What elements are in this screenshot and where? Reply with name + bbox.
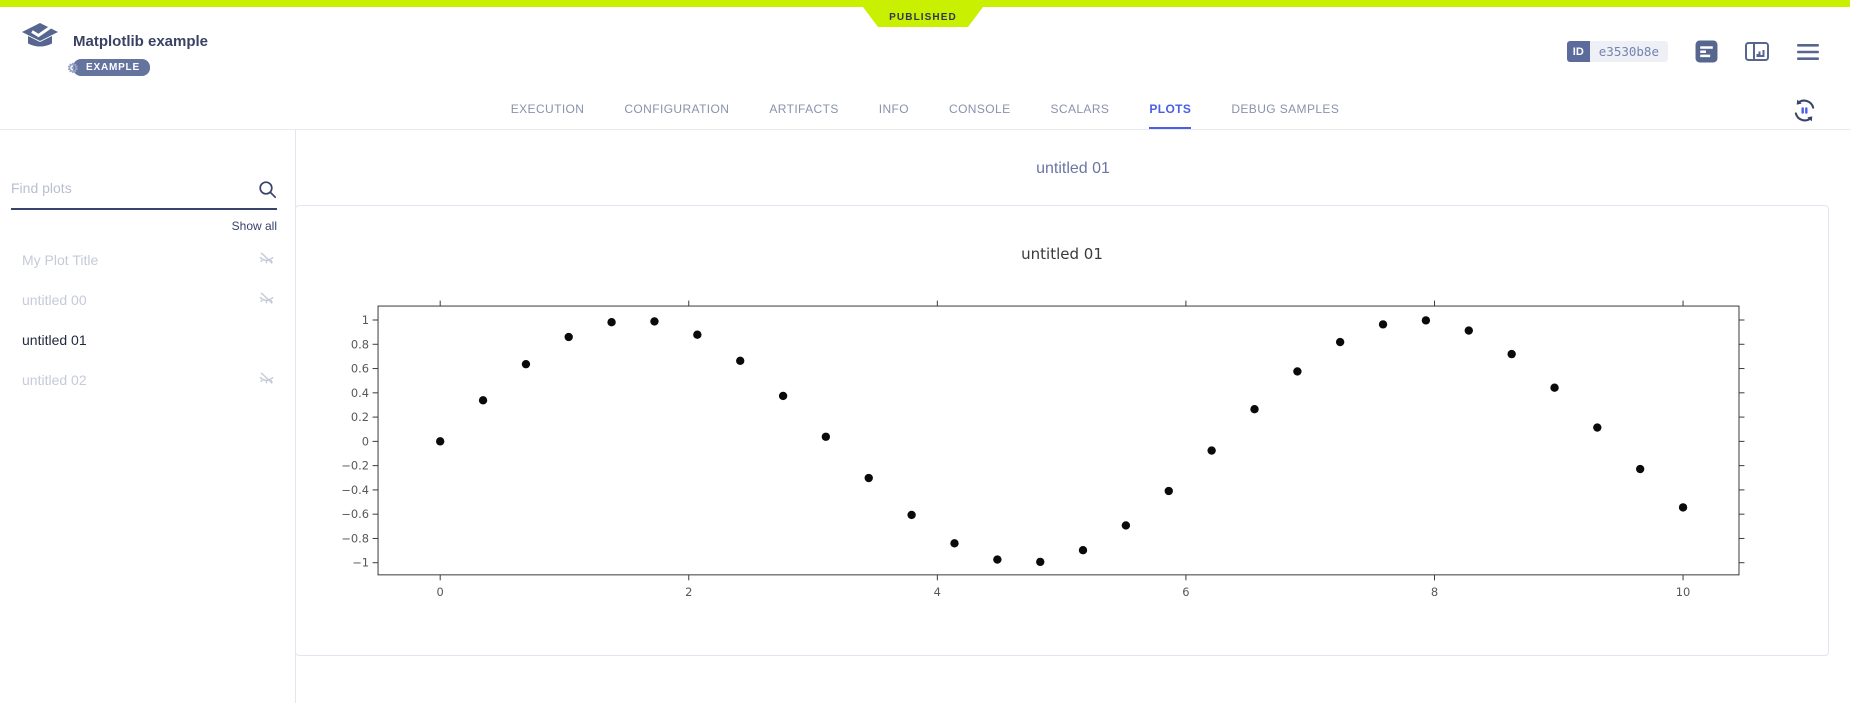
y-tick-label: −1 (352, 556, 369, 570)
plot-item-label: untitled 00 (22, 292, 87, 308)
plot-group-title: untitled 01 (296, 160, 1850, 178)
experiment-title: Matplotlib example (73, 33, 208, 50)
scatter-point (779, 392, 787, 400)
tab-scalars[interactable]: SCALARS (1050, 102, 1109, 129)
scatter-point (1679, 503, 1687, 511)
example-badge: ⚙ EXAMPLE (73, 59, 150, 76)
menu-icon[interactable] (1796, 42, 1820, 62)
scatter-point (607, 318, 615, 326)
x-tick-label: 6 (1182, 585, 1189, 599)
scatter-point (693, 331, 701, 339)
scatter-point (1507, 350, 1515, 358)
scatter-point (865, 474, 873, 482)
tab-configuration[interactable]: CONFIGURATION (624, 102, 729, 129)
scatter-point (1550, 384, 1558, 392)
y-tick-label: 0.4 (351, 386, 369, 400)
top-status-bar (0, 0, 1850, 7)
eye-off-icon[interactable] (258, 291, 275, 309)
published-ribbon-label: PUBLISHED (889, 12, 957, 23)
y-tick-label: 1 (362, 313, 369, 327)
scatter-point (1079, 546, 1087, 554)
x-tick-label: 0 (437, 585, 444, 599)
content: Show all My Plot Title untitled 00 (0, 130, 1850, 703)
brand: Matplotlib example ⚙ EXAMPLE (22, 22, 208, 76)
y-tick-label: −0.4 (341, 483, 369, 497)
scatter-point (1336, 338, 1344, 346)
tab-execution[interactable]: EXECUTION (511, 102, 585, 129)
example-badge-label: EXAMPLE (86, 62, 140, 73)
scatter-point (1422, 316, 1430, 324)
panel-chart-icon[interactable] (1745, 40, 1769, 63)
tab-console[interactable]: CONSOLE (949, 102, 1010, 129)
scatter-point (1122, 521, 1130, 529)
show-all-link[interactable]: Show all (0, 219, 277, 233)
plot-list-item[interactable]: My Plot Title (0, 240, 295, 280)
plots-sidebar: Show all My Plot Title untitled 00 (0, 130, 296, 703)
tab-plots[interactable]: PLOTS (1149, 102, 1191, 129)
scatter-point (1165, 487, 1173, 495)
scatter-point (1250, 405, 1258, 413)
id-tag: ID (1567, 41, 1590, 62)
x-tick-label: 4 (934, 585, 941, 599)
header-actions: ID e3530b8e (1567, 40, 1820, 63)
plot-list-item-selected[interactable]: untitled 01 (0, 320, 295, 360)
main-panel: untitled 01 untitled 01 0246810−1−0.8−0.… (296, 130, 1850, 703)
x-tick-label: 10 (1676, 585, 1691, 599)
scatter-point (1465, 326, 1473, 334)
published-ribbon: PUBLISHED (863, 7, 983, 27)
y-tick-label: 0.8 (351, 337, 369, 351)
scatter-point (736, 357, 744, 365)
scatter-point (1593, 423, 1601, 431)
y-tick-label: 0 (362, 434, 369, 448)
example-badge-gear-icon: ⚙ (67, 61, 79, 74)
brand-text: Matplotlib example ⚙ EXAMPLE (73, 22, 208, 76)
scatter-point (565, 333, 573, 341)
plot-list-item[interactable]: untitled 00 (0, 280, 295, 320)
plot-card: untitled 01 0246810−1−0.8−0.6−0.4−0.200.… (295, 205, 1829, 656)
tab-info[interactable]: INFO (879, 102, 909, 129)
plot-item-label: untitled 01 (22, 332, 87, 348)
plot-item-label: My Plot Title (22, 252, 98, 268)
scatter-point (993, 555, 1001, 563)
id-value: e3530b8e (1590, 41, 1668, 62)
plot-list: My Plot Title untitled 00 (0, 240, 295, 400)
auto-refresh-icon[interactable] (1792, 98, 1817, 128)
x-tick-label: 8 (1431, 585, 1438, 599)
tab-bar: EXECUTION CONFIGURATION ARTIFACTS INFO C… (0, 102, 1850, 129)
experiment-id-chip: ID e3530b8e (1567, 41, 1668, 62)
details-view-icon[interactable] (1695, 40, 1718, 63)
scatter-point (436, 437, 444, 445)
y-tick-label: −0.2 (341, 459, 369, 473)
scatter-point (650, 317, 658, 325)
scatter-point (1036, 558, 1044, 566)
scatter-point (1293, 367, 1301, 375)
scatter-point (522, 360, 530, 368)
search-row (11, 180, 277, 210)
app-logo-icon (22, 22, 58, 76)
scatter-point (1379, 320, 1387, 328)
plot-list-item[interactable]: untitled 02 (0, 360, 295, 400)
y-tick-label: 0.2 (351, 410, 369, 424)
tab-artifacts[interactable]: ARTIFACTS (769, 102, 838, 129)
search-icon (258, 180, 277, 204)
search-input[interactable] (11, 180, 241, 196)
y-tick-label: 0.6 (351, 362, 369, 376)
tab-debug-samples[interactable]: DEBUG SAMPLES (1231, 102, 1339, 129)
scatter-point (907, 511, 915, 519)
scatter-point (950, 539, 958, 547)
eye-off-icon[interactable] (258, 371, 275, 389)
plot-box (378, 306, 1739, 575)
x-tick-label: 2 (685, 585, 692, 599)
scatter-point (1636, 465, 1644, 473)
eye-off-icon[interactable] (258, 251, 275, 269)
scatter-plot[interactable]: 0 2 4 6 8 10 −1 −0.8 −0.6 −0.4 −0.2 0 0.2 0.4 0.6 0.8 1 (296, 206, 1828, 655)
y-tick-label: −0.6 (341, 507, 369, 521)
scatter-point (822, 433, 830, 441)
scatter-point (479, 396, 487, 404)
plot-item-label: untitled 02 (22, 372, 87, 388)
scatter-point (1207, 446, 1215, 454)
y-tick-label: −0.8 (341, 531, 369, 545)
